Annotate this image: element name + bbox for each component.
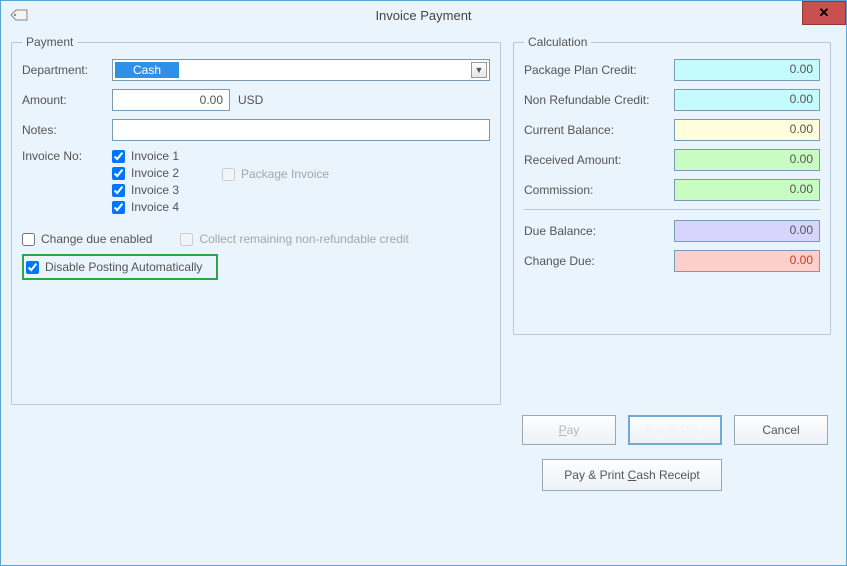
package-invoice-label: Package Invoice xyxy=(241,167,329,181)
invoice-payment-window: Invoice Payment ✕ Payment Department: Ca… xyxy=(0,0,847,566)
non-refundable-credit-label: Non Refundable Credit: xyxy=(524,93,674,107)
department-select[interactable]: Cash ▼ xyxy=(112,59,490,81)
department-value: Cash xyxy=(115,62,179,78)
pay-button[interactable]: Pay xyxy=(522,415,616,445)
invoice-check-4[interactable] xyxy=(112,201,125,214)
pay-and-print-cash-receipt-button[interactable]: Pay & Print Cash Receipt xyxy=(542,459,722,491)
notes-label: Notes: xyxy=(22,123,112,137)
due-balance-value: 0.00 xyxy=(674,220,820,242)
department-label: Department: xyxy=(22,63,112,77)
notes-input[interactable] xyxy=(112,119,490,141)
close-button[interactable]: ✕ xyxy=(802,1,846,25)
calculation-group: Calculation Package Plan Credit: 0.00 No… xyxy=(513,35,831,335)
package-invoice-checkbox: Package Invoice xyxy=(222,167,329,181)
invoice-label-2: Invoice 2 xyxy=(131,166,179,180)
currency-label: USD xyxy=(238,93,263,107)
invoice-label-3: Invoice 3 xyxy=(131,183,179,197)
disable-posting-check[interactable] xyxy=(26,261,39,274)
invoice-label-1: Invoice 1 xyxy=(131,149,179,163)
disable-posting-checkbox[interactable]: Disable Posting Automatically xyxy=(26,260,202,274)
package-plan-credit-value: 0.00 xyxy=(674,59,820,81)
invoice-label-4: Invoice 4 xyxy=(131,200,179,214)
invoice-checkbox-1[interactable]: Invoice 1 xyxy=(112,149,212,163)
invoice-check-1[interactable] xyxy=(112,150,125,163)
commission-value: 0.00 xyxy=(674,179,820,201)
disable-posting-label: Disable Posting Automatically xyxy=(45,260,202,274)
cancel-button[interactable]: Cancel xyxy=(734,415,828,445)
amount-label: Amount: xyxy=(22,93,112,107)
disable-posting-highlight: Disable Posting Automatically xyxy=(22,254,218,280)
change-due-value: 0.00 xyxy=(674,250,820,272)
pay-and-print-button[interactable]: Pay & Print xyxy=(628,415,722,445)
package-invoice-check xyxy=(222,168,235,181)
app-tag-icon xyxy=(7,5,31,25)
due-balance-label: Due Balance: xyxy=(524,224,674,238)
invoice-checkbox-4[interactable]: Invoice 4 xyxy=(112,200,212,214)
chevron-down-icon: ▼ xyxy=(471,62,487,78)
invoice-check-3[interactable] xyxy=(112,184,125,197)
close-icon: ✕ xyxy=(819,5,830,21)
collect-remaining-check xyxy=(180,233,193,246)
invoice-check-2[interactable] xyxy=(112,167,125,180)
non-refundable-credit-value: 0.00 xyxy=(674,89,820,111)
window-title: Invoice Payment xyxy=(375,8,471,23)
calculation-legend: Calculation xyxy=(524,35,591,49)
change-due-label: Change Due: xyxy=(524,254,674,268)
change-due-enabled-checkbox[interactable]: Change due enabled xyxy=(22,232,152,246)
titlebar: Invoice Payment ✕ xyxy=(1,1,846,29)
amount-input[interactable] xyxy=(112,89,230,111)
collect-remaining-checkbox: Collect remaining non-refundable credit xyxy=(180,232,408,246)
invoice-list: Invoice 1 Invoice 2 Invoice 3 Invoice 4 xyxy=(112,149,212,214)
calc-separator xyxy=(524,209,820,210)
current-balance-value: 0.00 xyxy=(674,119,820,141)
collect-remaining-label: Collect remaining non-refundable credit xyxy=(199,232,408,246)
invoice-checkbox-2[interactable]: Invoice 2 xyxy=(112,166,212,180)
payment-legend: Payment xyxy=(22,35,77,49)
received-amount-value: 0.00 xyxy=(674,149,820,171)
received-amount-label: Received Amount: xyxy=(524,153,674,167)
secondary-button-row: Pay & Print Cash Receipt xyxy=(542,459,722,491)
commission-label: Commission: xyxy=(524,183,674,197)
invoice-no-label: Invoice No: xyxy=(22,149,112,163)
main-button-row: Pay Pay & Print Cancel xyxy=(522,415,828,445)
change-due-enabled-label: Change due enabled xyxy=(41,232,152,246)
change-due-enabled-check[interactable] xyxy=(22,233,35,246)
package-plan-credit-label: Package Plan Credit: xyxy=(524,63,674,77)
invoice-checkbox-3[interactable]: Invoice 3 xyxy=(112,183,212,197)
content-area: Payment Department: Cash ▼ Amount: USD N… xyxy=(1,29,846,405)
current-balance-label: Current Balance: xyxy=(524,123,674,137)
payment-group: Payment Department: Cash ▼ Amount: USD N… xyxy=(11,35,501,405)
